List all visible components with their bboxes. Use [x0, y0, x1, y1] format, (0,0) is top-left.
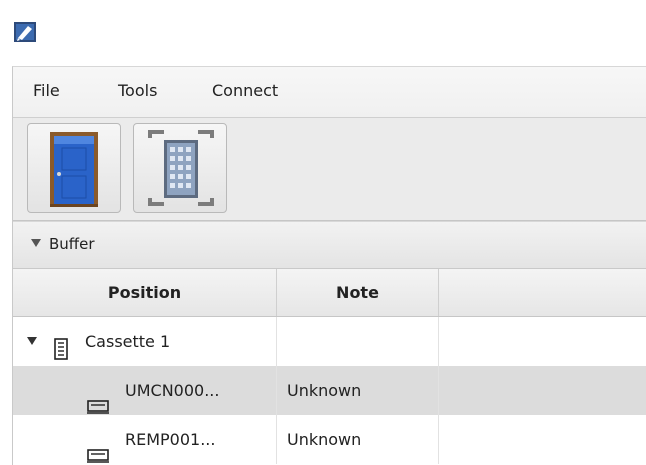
door-button[interactable]	[27, 123, 121, 213]
filler-cell	[439, 317, 646, 366]
menu-bar: File Tools Connect	[13, 67, 646, 118]
column-header-filler	[439, 269, 646, 316]
menu-connect[interactable]: Connect	[212, 81, 278, 100]
position-cell: Cassette 1	[13, 317, 277, 366]
position-cell: REMP001...	[13, 415, 277, 464]
wafer-tray-icon	[87, 384, 109, 415]
cassette-label: Cassette 1	[85, 332, 171, 351]
note-cell	[277, 317, 439, 366]
menu-file[interactable]: File	[33, 81, 60, 100]
table-row-wafer[interactable]: UMCN000... Unknown	[13, 366, 646, 415]
note-cell: Unknown	[277, 415, 439, 464]
pane-title: Buffer	[49, 235, 95, 253]
note-cell: Unknown	[277, 366, 439, 415]
table-row-cassette[interactable]: Cassette 1	[13, 317, 646, 366]
wafer-label: REMP001...	[125, 430, 216, 449]
pen-app-icon	[14, 22, 36, 42]
application-window: File Tools Connect Buffer Position Note …	[0, 0, 646, 465]
wafer-label: UMCN000...	[125, 381, 220, 400]
filler-cell	[439, 415, 646, 464]
cassette-icon	[53, 330, 69, 366]
column-header-position[interactable]: Position	[13, 269, 277, 316]
building-button[interactable]	[133, 123, 227, 213]
collapse-arrow-icon[interactable]	[27, 337, 37, 345]
column-header-note[interactable]: Note	[277, 269, 439, 316]
buffer-tree-table: Position Note Cassette 1 UMCN000... Unkn…	[13, 269, 646, 465]
expand-arrow-icon[interactable]	[31, 239, 41, 247]
wafer-tray-icon	[87, 433, 109, 464]
toolbar	[13, 118, 646, 221]
title-bar	[0, 0, 646, 66]
table-header: Position Note	[13, 269, 646, 317]
buffer-pane-header[interactable]: Buffer	[13, 221, 646, 269]
position-cell: UMCN000...	[13, 366, 277, 415]
menu-tools[interactable]: Tools	[118, 81, 157, 100]
filler-cell	[439, 366, 646, 415]
table-row-wafer[interactable]: REMP001... Unknown	[13, 415, 646, 464]
content-frame: File Tools Connect Buffer Position Note …	[12, 66, 646, 465]
